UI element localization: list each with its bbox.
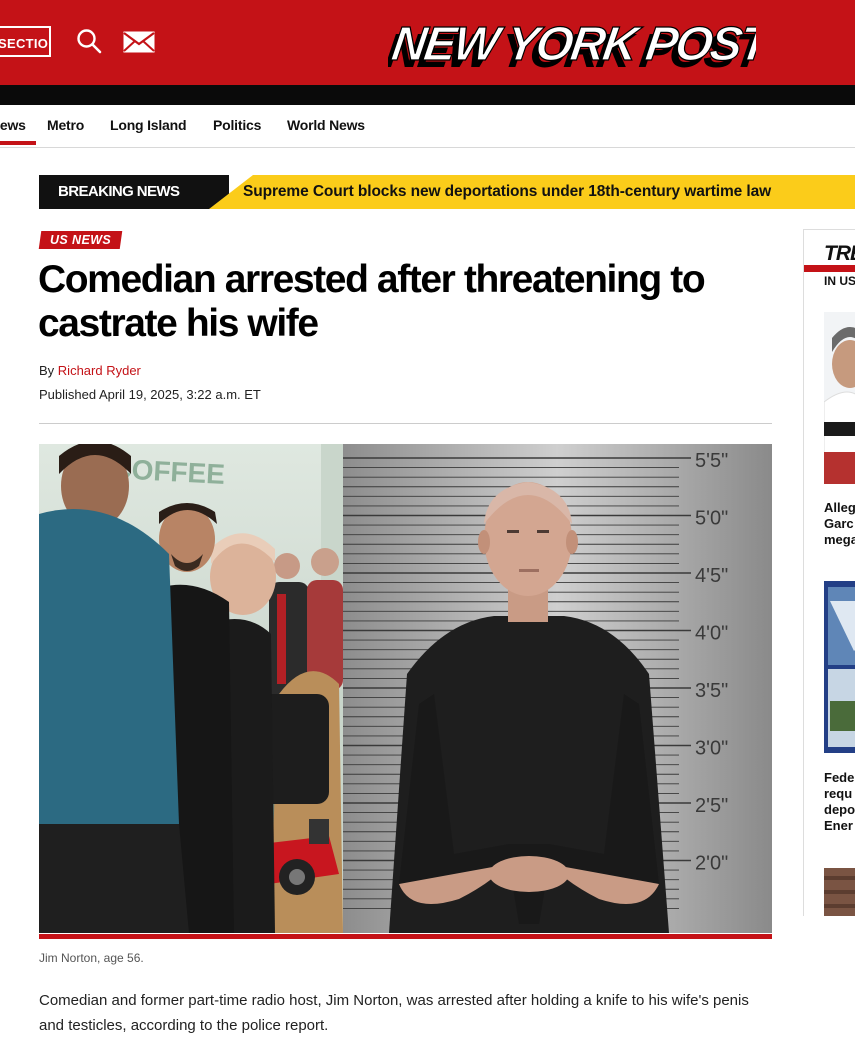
trending-headline-1-line: mega: [824, 532, 855, 547]
height-mark-label: 4'0": [695, 623, 728, 645]
trending-headline-2[interactable]: Fede requ depo Ener: [824, 770, 855, 834]
trending-headline-2-line: depo: [824, 802, 855, 817]
breaking-news-label: BREAKING NEWS: [58, 183, 180, 200]
trending-headline-1-line: Alleg: [824, 500, 855, 515]
author-link[interactable]: Richard Ryder: [58, 363, 141, 378]
trending-thumbnail-2-art: [824, 581, 855, 753]
byline: By Richard Ryder: [39, 363, 141, 378]
photo-underline: [39, 934, 772, 939]
article-body-paragraph: Comedian and former part-time radio host…: [39, 992, 749, 1034]
sections-menu-button[interactable]: SECTIONS: [0, 26, 51, 57]
header-black-band: [0, 85, 855, 105]
breaking-news-headline[interactable]: Supreme Court blocks new deportations un…: [243, 183, 771, 201]
trending-thumbnail-3-art: [824, 868, 855, 916]
search-icon[interactable]: [76, 28, 102, 54]
article-headline: Comedian arrested after threatening to c…: [38, 258, 706, 345]
height-mark-label: 3'0": [695, 738, 728, 760]
nav-item-long-island[interactable]: Long Island: [110, 117, 187, 133]
section-nav: News Metro Long Island Politics World Ne…: [0, 105, 855, 148]
height-mark-label: 4'5": [695, 565, 728, 587]
trending-headline-1[interactable]: Alleg Garc mega: [824, 500, 855, 548]
nav-item-metro[interactable]: Metro: [47, 117, 84, 133]
height-mark-label: 3'5": [695, 680, 728, 702]
height-mark-label: 2'0": [695, 853, 728, 875]
article-photo-illustration: COFFEE 5'5"5'0"4'5"4'0"3'5"3'0"2'5"2'0": [39, 444, 772, 933]
breaking-news-label-box: BREAKING NEWS: [39, 175, 229, 209]
nav-item-politics[interactable]: Politics: [213, 117, 261, 133]
divider: [39, 423, 772, 424]
byline-prefix: By: [39, 363, 55, 378]
height-mark-label: 5'5": [695, 450, 728, 472]
trending-title: TRENDING: [824, 242, 855, 265]
trending-headline-2-line: Ener: [824, 818, 853, 833]
trending-sidebar: TRENDING IN US NEWS Alleg Garc mega Fede…: [803, 229, 855, 916]
nav-item-world-news[interactable]: World News: [287, 117, 365, 133]
nav-item-news[interactable]: News: [0, 117, 26, 133]
trending-subtitle: IN US NEWS: [824, 274, 855, 288]
photo-caption: Jim Norton, age 56.: [39, 951, 144, 965]
trending-headline-1-line: Garc: [824, 516, 854, 531]
site-header: SECTIONS NEW YORK POST NEW YORK POST: [0, 0, 855, 85]
breaking-news-bar[interactable]: BREAKING NEWS Supreme Court blocks new d…: [39, 175, 855, 209]
trending-thumbnail-3[interactable]: [824, 868, 855, 916]
mail-icon[interactable]: [122, 30, 156, 54]
new-york-post-logo[interactable]: NEW YORK POST NEW YORK POST: [388, 10, 756, 74]
trending-headline-2-line: requ: [824, 786, 853, 801]
trending-thumbnail-1-art: [824, 312, 855, 484]
article-photo[interactable]: COFFEE 5'5" 5'0" 4'5" 4'0" 3'5" 3'0" 2'5" 2'0": [39, 444, 772, 933]
logo-text: NEW YORK POST: [388, 17, 756, 71]
trending-thumbnail-2[interactable]: [824, 581, 855, 753]
section-tag[interactable]: US NEWS: [38, 231, 123, 249]
trending-headline-2-line: Fede: [824, 770, 855, 785]
height-mark-label: 5'0": [695, 508, 728, 530]
trending-thumbnail-1[interactable]: [824, 312, 855, 484]
height-mark-label: 2'5": [695, 795, 728, 817]
section-tag-label: US NEWS: [50, 233, 112, 247]
nav-active-indicator: [0, 141, 36, 145]
trending-red-bar: [804, 265, 855, 272]
publish-date: Published April 19, 2025, 3:22 a.m. ET: [39, 387, 261, 402]
